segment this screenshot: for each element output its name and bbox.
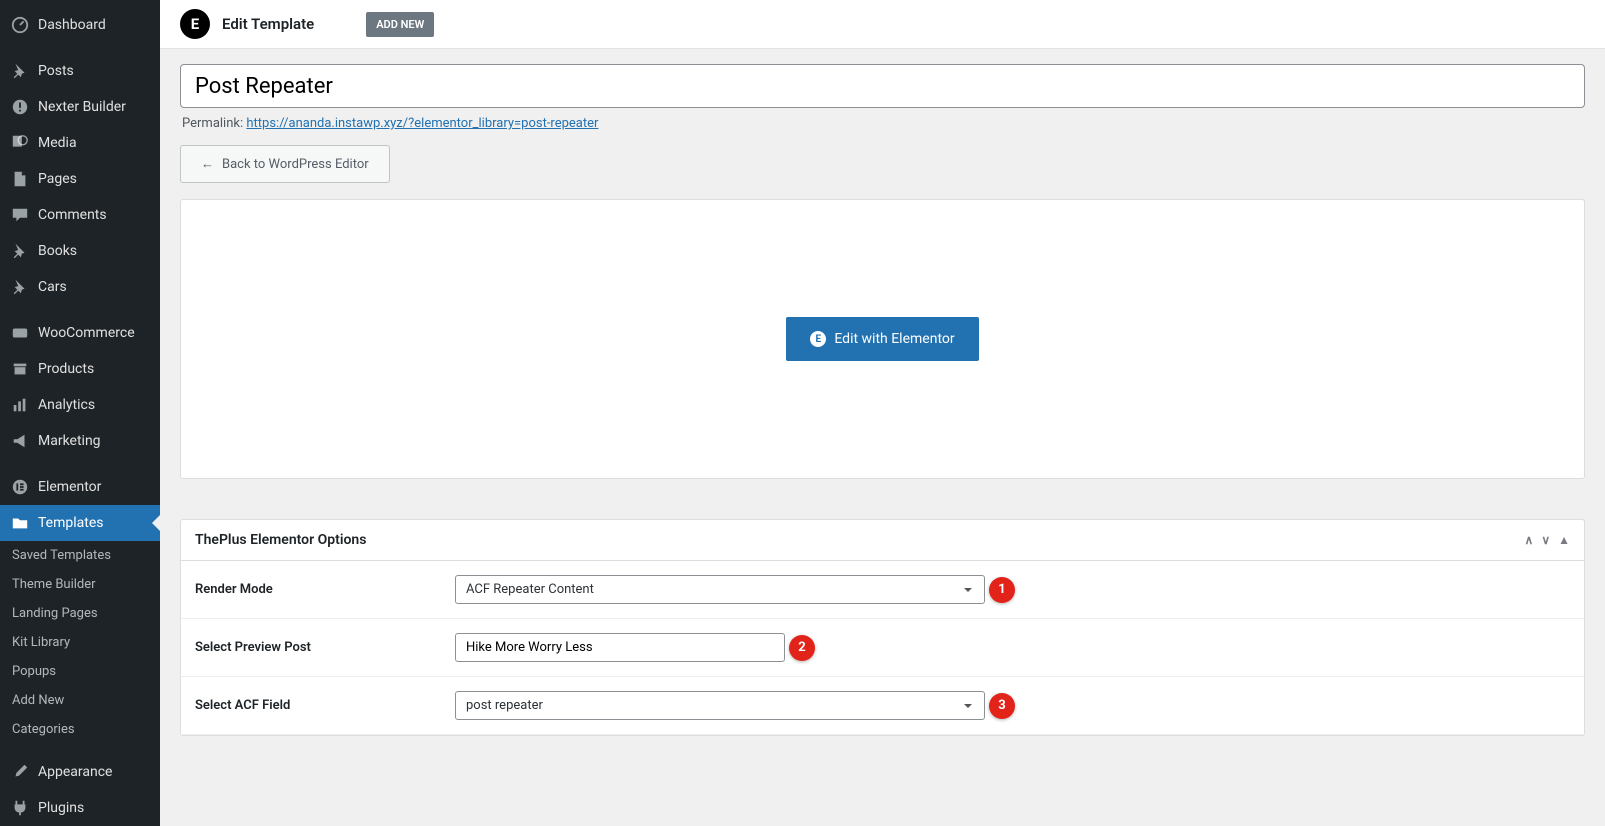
- permalink-row: Permalink: https://ananda.instawp.xyz/?e…: [182, 116, 1583, 131]
- options-panel: ThePlus Elementor Options ∧ ∨ ▲ Render M…: [180, 519, 1585, 736]
- sidebar-item-products[interactable]: Products: [0, 351, 160, 387]
- sidebar-item-label: Plugins: [38, 800, 84, 816]
- arrow-left-icon: ←: [201, 156, 214, 172]
- permalink-link[interactable]: https://ananda.instawp.xyz/?elementor_li…: [246, 116, 598, 131]
- elementor-icon: [10, 477, 30, 497]
- sidebar-item-label: Analytics: [38, 397, 95, 413]
- woo-icon: [10, 323, 30, 343]
- sidebar-item-label: Marketing: [38, 433, 101, 449]
- page-title: Edit Template: [222, 15, 314, 33]
- sidebar-sub-kit-library[interactable]: Kit Library: [0, 628, 160, 657]
- sidebar-item-posts[interactable]: Posts: [0, 53, 160, 89]
- sidebar-item-label: Products: [38, 361, 94, 377]
- option-label: Render Mode: [181, 564, 441, 615]
- template-title-input[interactable]: [180, 64, 1585, 108]
- sidebar-item-label: Books: [38, 243, 77, 259]
- sidebar-item-books[interactable]: Books: [0, 233, 160, 269]
- sidebar-item-label: Comments: [38, 207, 107, 223]
- editor-panel: E Edit with Elementor: [180, 199, 1585, 479]
- sidebar-item-label: Posts: [38, 63, 74, 79]
- option-label: Select ACF Field: [181, 680, 441, 731]
- pin-icon: [10, 277, 30, 297]
- alert-icon: [10, 97, 30, 117]
- sidebar-item-label: Cars: [38, 279, 67, 295]
- sidebar-sub-popups[interactable]: Popups: [0, 657, 160, 686]
- sidebar-item-media[interactable]: Media: [0, 125, 160, 161]
- sidebar-item-comments[interactable]: Comments: [0, 197, 160, 233]
- sidebar-sub-saved-templates[interactable]: Saved Templates: [0, 541, 160, 570]
- sidebar-item-cars[interactable]: Cars: [0, 269, 160, 305]
- panel-title: ThePlus Elementor Options: [195, 532, 366, 548]
- sidebar-item-analytics[interactable]: Analytics: [0, 387, 160, 423]
- panel-up-icon[interactable]: ∧: [1525, 533, 1534, 547]
- sidebar-sub-landing-pages[interactable]: Landing Pages: [0, 599, 160, 628]
- sidebar-item-label: Elementor: [38, 479, 101, 495]
- sidebar-item-label: Pages: [38, 171, 77, 187]
- edit-btn-label: Edit with Elementor: [834, 331, 954, 347]
- sidebar-item-dashboard[interactable]: Dashboard: [0, 7, 160, 43]
- panel-down-icon[interactable]: ∨: [1541, 533, 1550, 547]
- sidebar-item-label: Media: [38, 135, 77, 151]
- option-row-render-mode: Render Mode ACF Repeater Content 1: [181, 561, 1584, 619]
- sidebar-sub-add-new[interactable]: Add New: [0, 686, 160, 715]
- permalink-label: Permalink:: [182, 116, 243, 131]
- sidebar-item-marketing[interactable]: Marketing: [0, 423, 160, 459]
- sidebar-item-appearance[interactable]: Appearance: [0, 754, 160, 790]
- topbar: E Edit Template ADD NEW: [160, 0, 1605, 49]
- sidebar-sub-categories[interactable]: Categories: [0, 715, 160, 744]
- folder-icon: [10, 513, 30, 533]
- comment-icon: [10, 205, 30, 225]
- brush-icon: [10, 762, 30, 782]
- annotation-marker-3: 3: [989, 693, 1015, 719]
- sidebar-item-nexter[interactable]: Nexter Builder: [0, 89, 160, 125]
- chart-icon: [10, 395, 30, 415]
- option-label: Select Preview Post: [181, 622, 441, 673]
- page-icon: [10, 169, 30, 189]
- panel-toggle-icon[interactable]: ▲: [1558, 533, 1570, 547]
- back-btn-label: Back to WordPress Editor: [222, 157, 369, 172]
- add-new-button[interactable]: ADD NEW: [366, 12, 434, 37]
- pin-icon: [10, 241, 30, 261]
- option-row-preview-post: Select Preview Post 2: [181, 619, 1584, 677]
- elementor-icon: E: [810, 331, 826, 347]
- sidebar-item-woocommerce[interactable]: WooCommerce: [0, 315, 160, 351]
- media-icon: [10, 133, 30, 153]
- megaphone-icon: [10, 431, 30, 451]
- elementor-badge-icon: E: [180, 9, 210, 39]
- render-mode-select[interactable]: ACF Repeater Content: [455, 575, 985, 604]
- option-row-acf-field: Select ACF Field post repeater 3: [181, 677, 1584, 735]
- sidebar-item-elementor[interactable]: Elementor: [0, 469, 160, 505]
- sidebar-item-pages[interactable]: Pages: [0, 161, 160, 197]
- sidebar-sub-theme-builder[interactable]: Theme Builder: [0, 570, 160, 599]
- archive-icon: [10, 359, 30, 379]
- sidebar-item-plugins[interactable]: Plugins: [0, 790, 160, 826]
- sidebar-item-templates[interactable]: Templates: [0, 505, 160, 541]
- annotation-marker-2: 2: [789, 635, 815, 661]
- sidebar-item-label: Templates: [38, 515, 104, 531]
- sidebar-item-label: WooCommerce: [38, 325, 135, 341]
- admin-sidebar: Dashboard Posts Nexter Builder Media Pag…: [0, 0, 160, 826]
- sidebar-item-label: Nexter Builder: [38, 99, 126, 115]
- sidebar-item-label: Dashboard: [38, 17, 106, 33]
- back-to-editor-button[interactable]: ← Back to WordPress Editor: [180, 145, 390, 183]
- edit-with-elementor-button[interactable]: E Edit with Elementor: [786, 317, 978, 361]
- annotation-marker-1: 1: [989, 577, 1015, 603]
- main-content: E Edit Template ADD NEW Permalink: https…: [160, 0, 1605, 826]
- acf-field-select[interactable]: post repeater: [455, 691, 985, 720]
- panel-header: ThePlus Elementor Options ∧ ∨ ▲: [181, 520, 1584, 561]
- dashboard-icon: [10, 15, 30, 35]
- sidebar-item-label: Appearance: [38, 764, 112, 780]
- pin-icon: [10, 61, 30, 81]
- preview-post-input[interactable]: [455, 633, 785, 662]
- plug-icon: [10, 798, 30, 818]
